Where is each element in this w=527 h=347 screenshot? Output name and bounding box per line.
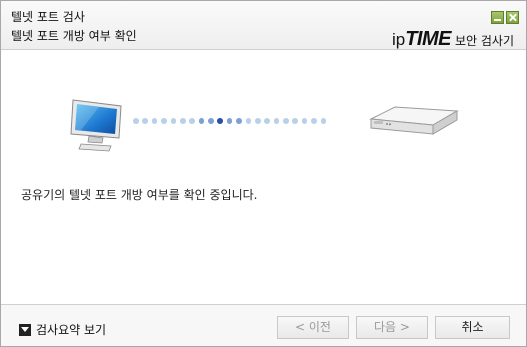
cancel-button[interactable]: 취소 bbox=[435, 316, 510, 339]
minimize-icon[interactable] bbox=[491, 11, 504, 24]
iptime-logo: ip TIME 보안 검사기 bbox=[392, 28, 514, 51]
prev-button[interactable]: < 이전 bbox=[277, 316, 349, 339]
progress-dots bbox=[133, 118, 327, 124]
progress-dot bbox=[189, 118, 195, 124]
window-controls bbox=[491, 11, 519, 24]
window-subtitle: 텔넷 포트 개방 여부 확인 bbox=[11, 29, 137, 43]
progress-dot bbox=[245, 118, 252, 124]
progress-dot bbox=[273, 118, 280, 124]
close-icon[interactable] bbox=[506, 11, 519, 24]
progress-dot bbox=[170, 118, 177, 124]
progress-dot bbox=[236, 118, 242, 124]
brand-time: TIME bbox=[405, 28, 451, 50]
window-title: 텔넷 포트 검사 bbox=[11, 10, 85, 24]
summary-label: 검사요약 보기 bbox=[36, 323, 107, 337]
progress-dot bbox=[292, 118, 299, 124]
progress-dot bbox=[283, 118, 289, 124]
status-message: 공유기의 텔넷 포트 개방 여부를 확인 중입니다. bbox=[21, 188, 258, 202]
summary-toggle[interactable]: 검사요약 보기 bbox=[19, 321, 106, 338]
progress-dot bbox=[142, 118, 149, 124]
footer: 검사요약 보기 < 이전 다음 > 취소 bbox=[1, 304, 526, 346]
progress-dot bbox=[133, 118, 139, 124]
progress-dot bbox=[179, 118, 186, 124]
progress-dot bbox=[217, 118, 224, 124]
progress-dot bbox=[254, 118, 261, 124]
brand-subtitle: 보안 검사기 bbox=[454, 34, 514, 48]
computer-icon bbox=[69, 96, 129, 159]
telnet-port-check-window: 텔넷 포트 검사 텔넷 포트 개방 여부 확인 ip TIME 보안 검사기 공… bbox=[0, 0, 527, 347]
chevron-down-icon bbox=[19, 323, 31, 336]
progress-dot bbox=[151, 118, 158, 124]
brand-ip: ip bbox=[391, 30, 406, 49]
progress-dot bbox=[226, 118, 233, 124]
progress-dot bbox=[208, 118, 214, 124]
router-icon bbox=[369, 101, 459, 144]
progress-dot bbox=[301, 118, 308, 124]
main-content: 공유기의 텔넷 포트 개방 여부를 확인 중입니다. bbox=[1, 51, 526, 304]
header: 텔넷 포트 검사 텔넷 포트 개방 여부 확인 ip TIME 보안 검사기 bbox=[1, 1, 526, 50]
progress-dot bbox=[264, 118, 270, 124]
progress-dot bbox=[198, 118, 205, 124]
next-button[interactable]: 다음 > bbox=[356, 316, 428, 339]
progress-dot bbox=[161, 118, 167, 124]
progress-dot bbox=[320, 118, 327, 124]
progress-dot bbox=[311, 118, 317, 124]
